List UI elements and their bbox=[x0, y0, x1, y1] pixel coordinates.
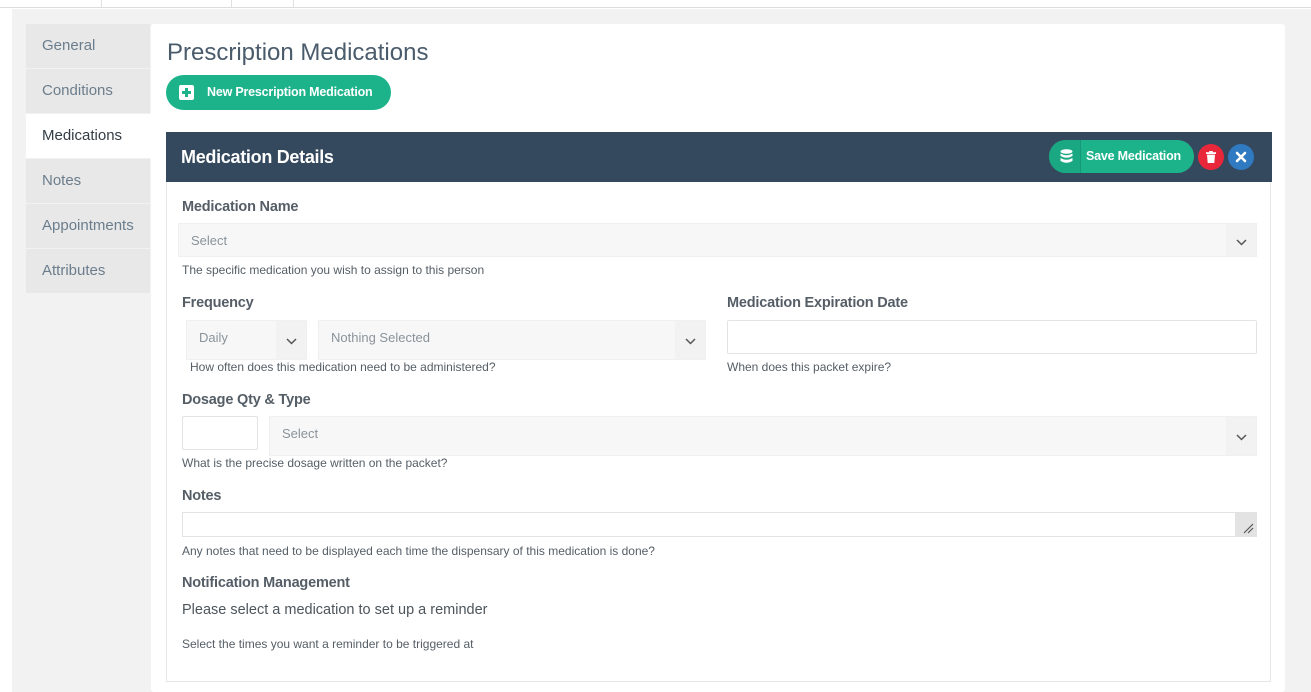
close-panel-button[interactable] bbox=[1228, 144, 1254, 170]
dosage-qty-input[interactable] bbox=[182, 416, 258, 450]
frequency-times-value: Nothing Selected bbox=[331, 330, 431, 345]
sidebar: General Conditions Medications Notes App… bbox=[26, 24, 151, 294]
dosage-type-value: Select bbox=[282, 426, 319, 441]
chevron-down-icon bbox=[286, 338, 297, 345]
expiration-date-help: When does this packet expire? bbox=[727, 360, 892, 374]
notes-label: Notes bbox=[182, 488, 222, 504]
plus-square-icon bbox=[179, 85, 194, 100]
notification-label: Notification Management bbox=[182, 575, 350, 591]
frequency-help: How often does this medication need to b… bbox=[190, 360, 496, 374]
medication-details-panel: Medication Details Save Medication Medic… bbox=[166, 132, 1272, 682]
sidebar-item-medications[interactable]: Medications bbox=[26, 114, 151, 158]
frequency-period-value: Daily bbox=[199, 330, 228, 345]
notification-help: Select the times you want a reminder to … bbox=[182, 637, 474, 651]
close-icon bbox=[1235, 151, 1247, 163]
frequency-period-select[interactable]: Daily bbox=[186, 320, 307, 360]
sidebar-item-notes[interactable]: Notes bbox=[26, 159, 150, 203]
select-caret bbox=[675, 321, 705, 359]
top-tab-fragment bbox=[102, 0, 232, 7]
panel-title: Medication Details bbox=[181, 147, 334, 167]
database-icon bbox=[1060, 149, 1073, 163]
select-caret bbox=[1226, 417, 1256, 455]
medication-name-label: Medication Name bbox=[182, 199, 299, 215]
top-tab-fragment bbox=[232, 0, 294, 7]
save-button-label: Save Medication bbox=[1086, 149, 1181, 163]
chevron-down-icon bbox=[685, 338, 696, 345]
top-strip bbox=[0, 0, 1311, 8]
sidebar-item-attributes[interactable]: Attributes bbox=[26, 249, 150, 293]
medication-name-select[interactable]: Select bbox=[178, 223, 1257, 257]
textarea-resize-handle[interactable] bbox=[1235, 512, 1256, 536]
chevron-down-icon bbox=[1236, 434, 1247, 441]
save-icon-wrap bbox=[1049, 140, 1081, 173]
dosage-label: Dosage Qty & Type bbox=[182, 392, 311, 408]
top-tab-fragment bbox=[12, 0, 102, 7]
dosage-help: What is the precise dosage written on th… bbox=[182, 456, 448, 470]
frequency-times-select[interactable]: Nothing Selected bbox=[318, 320, 706, 360]
resize-handle-icon bbox=[1243, 523, 1254, 534]
notification-message: Please select a medication to set up a r… bbox=[182, 602, 488, 618]
sidebar-item-appointments[interactable]: Appointments bbox=[26, 204, 150, 248]
delete-medication-button[interactable] bbox=[1198, 144, 1224, 170]
dosage-type-select[interactable]: Select bbox=[269, 416, 1257, 456]
expiration-date-label: Medication Expiration Date bbox=[727, 295, 908, 311]
new-prescription-medication-button[interactable]: New Prescription Medication bbox=[166, 75, 391, 110]
frequency-label: Frequency bbox=[182, 295, 254, 311]
panel-header: Medication Details Save Medication bbox=[166, 132, 1272, 182]
trash-icon bbox=[1206, 151, 1216, 163]
medication-name-help: The specific medication you wish to assi… bbox=[182, 263, 485, 277]
select-caret bbox=[1226, 224, 1256, 256]
main-content: Prescription Medications New Prescriptio… bbox=[151, 24, 1285, 692]
sidebar-item-conditions[interactable]: Conditions bbox=[26, 69, 150, 113]
expiration-date-input[interactable] bbox=[727, 320, 1257, 354]
select-caret bbox=[276, 321, 306, 359]
sidebar-item-general[interactable]: General bbox=[26, 24, 150, 68]
notes-help: Any notes that need to be displayed each… bbox=[182, 544, 655, 558]
medication-name-value: Select bbox=[191, 233, 228, 248]
page-title: Prescription Medications bbox=[167, 39, 429, 66]
new-button-label: New Prescription Medication bbox=[207, 85, 373, 99]
chevron-down-icon bbox=[1236, 239, 1247, 246]
notes-textarea[interactable] bbox=[182, 512, 1257, 537]
save-medication-button[interactable]: Save Medication bbox=[1049, 140, 1194, 173]
